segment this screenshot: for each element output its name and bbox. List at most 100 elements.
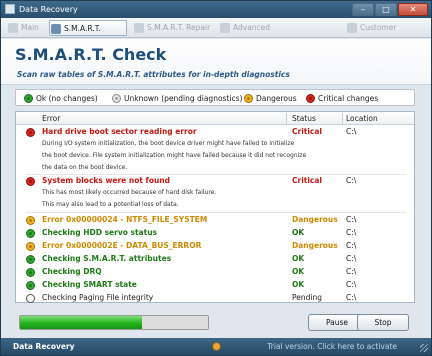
table-row[interactable]: Checking SMART state OK C:\: [16, 279, 414, 291]
status-value: OK: [292, 267, 305, 276]
critical-status-icon: [26, 128, 35, 137]
status-value: Dangerous: [292, 241, 338, 250]
column-divider: [342, 113, 343, 124]
stop-button[interactable]: Stop: [357, 314, 409, 331]
table-row[interactable]: Checking DRQ OK C:\: [16, 266, 414, 278]
status-app-name: Data Recovery: [13, 342, 75, 351]
tab-smart-repair-label: S.M.A.R.T. Repair: [147, 23, 211, 32]
unknown-status-icon: [112, 94, 121, 103]
table-row[interactable]: Hard drive boot sector reading error Cri…: [16, 126, 414, 174]
legend-unknown-label: Unknown (pending diagnostics): [124, 94, 243, 103]
location-value: C:\: [346, 254, 357, 263]
location-value: C:\: [346, 176, 357, 185]
status-legend: Ok (no changes) Unknown (pending diagnos…: [15, 89, 415, 106]
ok-status-icon: [26, 229, 35, 238]
app-icon: [5, 4, 15, 14]
home-icon: [8, 23, 18, 33]
warning-icon: [212, 342, 221, 351]
minimize-button[interactable]: –: [352, 3, 374, 16]
legend-critical: Critical changes: [306, 92, 378, 105]
app-window: Data Recovery – □ ✕ Main S.M.A.R.T. Chec…: [0, 0, 432, 356]
legend-critical-label: Critical changes: [318, 94, 379, 103]
scan-progress-bar: [19, 315, 209, 330]
error-description-line: During I/O system initialization, the bo…: [42, 140, 295, 147]
location-value: C:\: [346, 228, 357, 237]
error-description-line: the boot device. File system initializat…: [42, 152, 307, 159]
ok-status-icon: [26, 281, 35, 290]
page-header: S.M.A.R.T. Check Scan raw tables of S.M.…: [1, 39, 431, 85]
tab-smart-repair[interactable]: S.M.A.R.T. Repair: [133, 20, 215, 36]
table-row[interactable]: Error 0x0000002E - DATA_BUS_ERROR Danger…: [16, 240, 414, 252]
location-value: C:\: [346, 241, 357, 250]
activate-link[interactable]: Trial version. Click here to activate: [267, 338, 397, 355]
table-row[interactable]: Error 0x00000024 - NTFS_FILE_SYSTEM Dang…: [16, 214, 414, 226]
critical-status-icon: [306, 94, 315, 103]
legend-ok: Ok (no changes): [24, 92, 98, 105]
status-value: Critical: [292, 176, 323, 185]
close-button[interactable]: ✕: [398, 3, 428, 16]
gear-icon: [220, 23, 230, 33]
column-divider: [286, 113, 287, 124]
ok-status-icon: [26, 255, 35, 264]
error-name: Error 0x0000002E - DATA_BUS_ERROR: [42, 241, 202, 250]
progress-fill: [20, 316, 143, 329]
location-value: C:\: [346, 267, 357, 276]
tab-main-label: Main: [21, 23, 39, 32]
tab-main[interactable]: Main: [7, 20, 47, 36]
location-value: C:\: [346, 127, 357, 136]
page-title: S.M.A.R.T. Check: [15, 45, 167, 64]
critical-status-icon: [26, 177, 35, 186]
table-row[interactable]: Checking Paging File integrity Pending C…: [16, 292, 414, 304]
column-header-status[interactable]: Status: [292, 112, 316, 125]
row-divider: [26, 212, 406, 213]
table-row[interactable]: Checking HDD servo status OK C:\: [16, 227, 414, 239]
error-name: System blocks were not found: [42, 176, 171, 185]
error-description-line: the data on the boot device.: [42, 164, 128, 171]
legend-unknown: Unknown (pending diagnostics): [112, 92, 242, 105]
error-name: Checking S.M.A.R.T. attributes: [42, 254, 172, 263]
dangerous-status-icon: [244, 94, 253, 103]
table-row[interactable]: System blocks were not found Critical C:…: [16, 175, 414, 211]
error-name: Error 0x00000024 - NTFS_FILE_SYSTEM: [42, 215, 208, 224]
error-description-line: This has most likely occurred because of…: [42, 189, 217, 196]
legend-ok-label: Ok (no changes): [36, 94, 98, 103]
resize-grip-icon[interactable]: [420, 344, 428, 352]
results-table[interactable]: Error Status Location Hard drive boot se…: [15, 111, 415, 303]
disk-check-icon: [51, 24, 61, 34]
error-description-line: This may also lead to a potential loss o…: [42, 201, 179, 208]
maximize-button[interactable]: □: [375, 3, 397, 16]
pending-spinner-icon: [26, 294, 35, 303]
status-value: OK: [292, 280, 305, 289]
location-value: C:\: [346, 215, 357, 224]
window-title: Data Recovery: [19, 5, 78, 14]
location-value: C:\: [346, 280, 357, 289]
support-icon: [347, 23, 357, 33]
table-header: Error Status Location: [16, 112, 414, 125]
status-value: Critical: [292, 127, 323, 136]
status-value: Dangerous: [292, 215, 338, 224]
tab-customer-support[interactable]: Customer Support: [346, 20, 428, 48]
status-value: Pending: [292, 293, 322, 302]
column-header-error[interactable]: Error: [42, 112, 60, 125]
tab-advanced[interactable]: Advanced: [219, 20, 271, 36]
ok-status-icon: [24, 94, 33, 103]
error-name: Hard drive boot sector reading error: [42, 127, 197, 136]
window-controls: – □ ✕: [352, 3, 428, 16]
error-name: Checking SMART state: [42, 280, 137, 289]
legend-dangerous: Dangerous: [244, 92, 297, 105]
error-name: Checking DRQ: [42, 267, 102, 276]
error-name: Checking Paging File integrity: [42, 293, 154, 302]
error-name: Checking HDD servo status: [42, 228, 157, 237]
dangerous-status-icon: [26, 242, 35, 251]
column-header-location[interactable]: Location: [346, 112, 378, 125]
location-value: C:\: [346, 293, 357, 302]
wrench-icon: [134, 23, 144, 33]
title-bar[interactable]: Data Recovery – □ ✕: [1, 1, 431, 18]
page-subtitle: Scan raw tables of S.M.A.R.T. attributes…: [17, 70, 290, 79]
status-value: OK: [292, 254, 305, 263]
dangerous-status-icon: [26, 216, 35, 225]
tab-advanced-label: Advanced: [233, 23, 271, 32]
table-row[interactable]: Checking S.M.A.R.T. attributes OK C:\: [16, 253, 414, 265]
toolbar: Main S.M.A.R.T. Check S.M.A.R.T. Repair …: [1, 18, 431, 49]
tab-smart-check[interactable]: S.M.A.R.T. Check: [49, 20, 127, 49]
